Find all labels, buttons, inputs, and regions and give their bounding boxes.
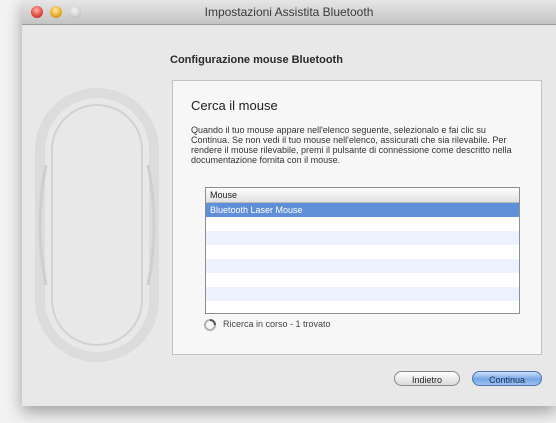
bluetooth-setup-window: Impostazioni Assistita Bluetooth Configu… bbox=[22, 0, 556, 406]
list-empty-row bbox=[206, 245, 519, 259]
back-button[interactable]: Indietro bbox=[394, 371, 460, 386]
device-list[interactable]: Mouse Bluetooth Laser Mouse bbox=[205, 187, 520, 314]
mouse-illustration-icon bbox=[35, 88, 159, 362]
list-empty-row bbox=[206, 231, 519, 245]
list-empty-row bbox=[206, 217, 519, 231]
list-item[interactable]: Bluetooth Laser Mouse bbox=[206, 203, 519, 217]
section-title: Cerca il mouse bbox=[191, 98, 278, 113]
instructions-text: Quando il tuo mouse appare nell'elenco s… bbox=[191, 125, 512, 165]
search-status-text: Ricerca in corso - 1 trovato bbox=[223, 319, 331, 329]
list-empty-row bbox=[206, 273, 519, 287]
page-heading: Configurazione mouse Bluetooth bbox=[170, 54, 343, 66]
window-title: Impostazioni Assistita Bluetooth bbox=[204, 5, 374, 19]
spinner-icon bbox=[204, 319, 216, 331]
continue-button[interactable]: Continua bbox=[472, 371, 542, 386]
list-column-header[interactable]: Mouse bbox=[206, 188, 519, 203]
content-panel: Cerca il mouse Quando il tuo mouse appar… bbox=[172, 80, 542, 355]
list-empty-row bbox=[206, 287, 519, 301]
list-empty-row bbox=[206, 259, 519, 273]
title-bar: Impostazioni Assistita Bluetooth bbox=[22, 0, 556, 25]
